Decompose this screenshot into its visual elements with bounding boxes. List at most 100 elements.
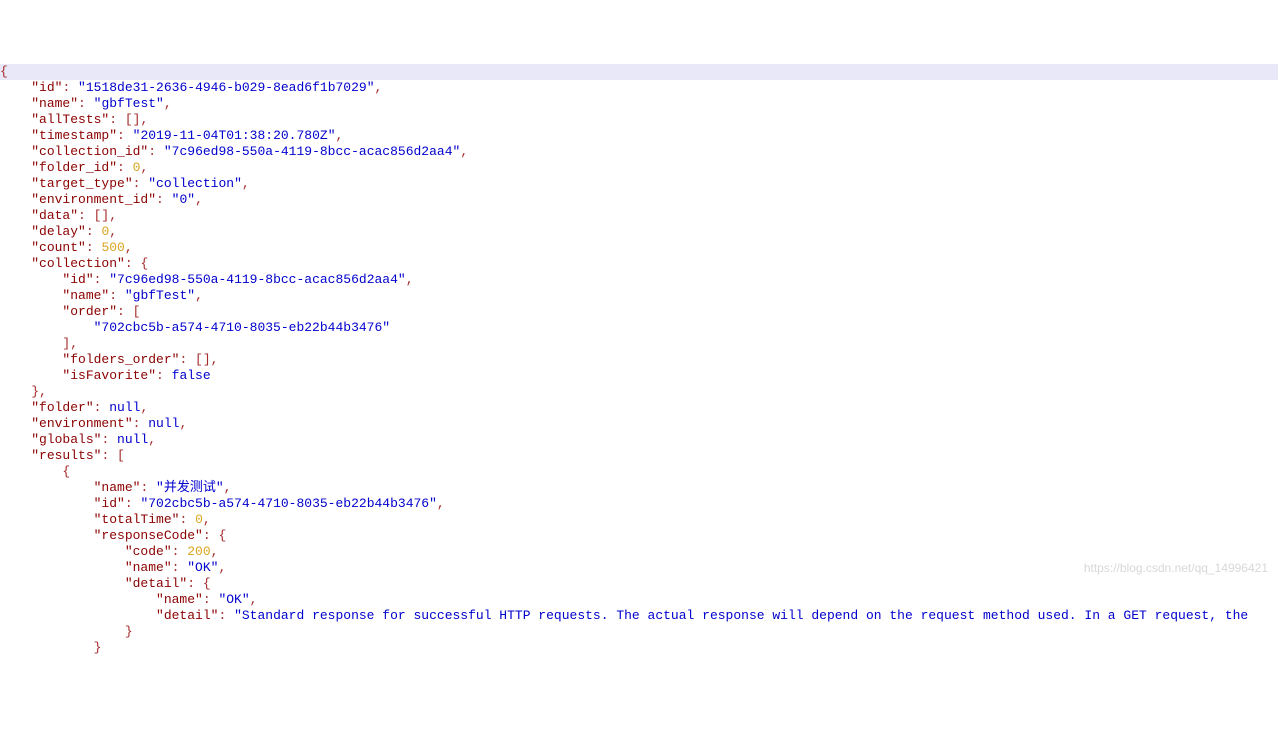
token-str: "702cbc5b-a574-4710-8035-eb22b44b3476" (140, 496, 436, 511)
code-line: "timestamp": "2019-11-04T01:38:20.780Z", (0, 128, 1278, 144)
token-punc: , (211, 544, 219, 559)
token-punc: : (148, 144, 164, 159)
token-punc: : { (203, 528, 226, 543)
code-line: { (0, 464, 1278, 480)
token-punc: , (242, 176, 250, 191)
token-punc: : (117, 160, 133, 175)
token-punc: { (0, 64, 8, 79)
token-str: "0" (172, 192, 195, 207)
code-line: } (0, 624, 1278, 640)
token-key: "name" (94, 480, 141, 495)
token-key: "order" (62, 304, 117, 319)
token-str: "gbfTest" (94, 96, 164, 111)
token-punc: ], (62, 336, 78, 351)
code-line: "code": 200, (0, 544, 1278, 560)
token-punc: , (203, 512, 211, 527)
token-str: "collection" (148, 176, 242, 191)
code-line: "results": [ (0, 448, 1278, 464)
token-punc: , (140, 160, 148, 175)
token-punc: : (172, 544, 188, 559)
token-num: 500 (101, 240, 124, 255)
token-punc: : (94, 400, 110, 415)
code-line: "environment_id": "0", (0, 192, 1278, 208)
token-punc: , (109, 208, 117, 223)
token-punc: : (78, 96, 94, 111)
code-line: "environment": null, (0, 416, 1278, 432)
token-key: "name" (31, 96, 78, 111)
code-line: }, (0, 384, 1278, 400)
code-line: } (0, 640, 1278, 656)
token-punc: : [] (78, 208, 109, 223)
token-key: "data" (31, 208, 78, 223)
code-line: { (0, 64, 1278, 80)
token-key: "target_type" (31, 176, 132, 191)
token-key: "id" (94, 496, 125, 511)
token-punc: : { (125, 256, 148, 271)
code-line: "name": "gbfTest", (0, 288, 1278, 304)
token-key: "environment_id" (31, 192, 156, 207)
token-str: "gbfTest" (125, 288, 195, 303)
token-punc: , (195, 192, 203, 207)
token-key: "isFavorite" (62, 368, 156, 383)
token-punc: : [] (109, 112, 140, 127)
code-line: "id": "1518de31-2636-4946-b029-8ead6f1b7… (0, 80, 1278, 96)
token-key: "globals" (31, 432, 101, 447)
code-line: "order": [ (0, 304, 1278, 320)
token-punc: : [ (101, 448, 124, 463)
token-str: "702cbc5b-a574-4710-8035-eb22b44b3476" (94, 320, 390, 335)
code-line: "id": "7c96ed98-550a-4119-8bcc-acac856d2… (0, 272, 1278, 288)
token-punc: : (62, 80, 78, 95)
token-num: 0 (195, 512, 203, 527)
code-line: "702cbc5b-a574-4710-8035-eb22b44b3476" (0, 320, 1278, 336)
code-line: "folder_id": 0, (0, 160, 1278, 176)
token-punc: , (164, 96, 172, 111)
token-punc: , (125, 240, 133, 255)
token-key: "count" (31, 240, 86, 255)
code-line: "isFavorite": false (0, 368, 1278, 384)
token-punc: , (406, 272, 414, 287)
token-punc: , (195, 288, 203, 303)
token-punc: : (117, 128, 133, 143)
token-punc: : (109, 288, 125, 303)
token-punc: , (437, 496, 445, 511)
token-num: 200 (187, 544, 210, 559)
code-line: "collection": { (0, 256, 1278, 272)
code-line: "id": "702cbc5b-a574-4710-8035-eb22b44b3… (0, 496, 1278, 512)
token-str: "1518de31-2636-4946-b029-8ead6f1b7029" (78, 80, 374, 95)
token-punc: , (148, 432, 156, 447)
token-punc: }, (31, 384, 47, 399)
token-punc: : [] (179, 352, 210, 367)
token-punc: : (203, 592, 219, 607)
token-punc: : [ (117, 304, 140, 319)
token-key: "allTests" (31, 112, 109, 127)
token-punc: , (460, 144, 468, 159)
token-kw: null (109, 400, 140, 415)
token-key: "results" (31, 448, 101, 463)
token-key: "folders_order" (62, 352, 179, 367)
code-line: "responseCode": { (0, 528, 1278, 544)
code-line: "name": "gbfTest", (0, 96, 1278, 112)
code-line: "delay": 0, (0, 224, 1278, 240)
code-line: "detail": "Standard response for success… (0, 608, 1278, 624)
code-line: ], (0, 336, 1278, 352)
token-punc: : (140, 480, 156, 495)
token-key: "timestamp" (31, 128, 117, 143)
token-punc: } (125, 624, 133, 639)
token-punc: , (109, 224, 117, 239)
token-punc: : (125, 496, 141, 511)
token-key: "name" (156, 592, 203, 607)
token-punc: : (172, 560, 188, 575)
token-punc: , (250, 592, 258, 607)
token-punc: : (101, 432, 117, 447)
token-key: "folder" (31, 400, 93, 415)
code-line: "data": [], (0, 208, 1278, 224)
token-str: "7c96ed98-550a-4119-8bcc-acac856d2aa4" (109, 272, 405, 287)
token-key: "id" (62, 272, 93, 287)
token-punc: : (133, 416, 149, 431)
token-key: "delay" (31, 224, 86, 239)
token-str: "OK" (218, 592, 249, 607)
token-key: "detail" (156, 608, 218, 623)
token-key: "environment" (31, 416, 132, 431)
token-str: "并发测试" (156, 480, 224, 495)
token-key: "name" (62, 288, 109, 303)
